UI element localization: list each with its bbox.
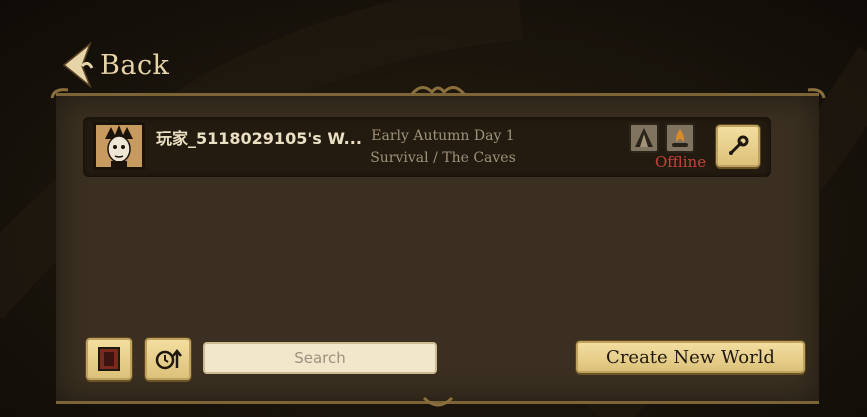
campfire-icon bbox=[672, 129, 688, 147]
bottom-ornament-icon bbox=[422, 396, 454, 407]
character-face-icon bbox=[105, 125, 133, 167]
tent-icon bbox=[635, 128, 653, 147]
world-name: 玩家_5118029105's W... bbox=[156, 129, 362, 148]
world-settings-button[interactable] bbox=[716, 125, 760, 167]
mods-button[interactable] bbox=[86, 338, 132, 380]
world-details: Early Autumn Day 1 Survival / The Caves bbox=[353, 125, 533, 169]
server-status: Offline bbox=[655, 153, 707, 171]
top-ornament-icon bbox=[410, 86, 466, 96]
wrench-icon bbox=[729, 135, 749, 155]
corner-ornament-icon bbox=[807, 88, 826, 99]
survival-mode-icon bbox=[629, 123, 659, 153]
world-game-mode: Survival / The Caves bbox=[370, 150, 516, 166]
character-portrait bbox=[93, 122, 145, 170]
back-label: Back bbox=[100, 49, 170, 81]
clock-arrow-icon bbox=[155, 348, 182, 370]
world-slot-row[interactable]: 玩家_5118029105's W... Early Autumn Day 1 … bbox=[83, 117, 771, 177]
search-input[interactable] bbox=[203, 342, 437, 374]
caves-mode-icon bbox=[665, 123, 695, 153]
create-new-world-label: Create New World bbox=[606, 346, 775, 368]
create-new-world-button[interactable]: Create New World bbox=[576, 341, 805, 373]
world-season-day: Early Autumn Day 1 bbox=[371, 128, 515, 144]
mod-book-icon bbox=[98, 347, 120, 371]
corner-ornament-icon bbox=[50, 88, 69, 99]
back-button[interactable]: Back bbox=[58, 40, 169, 90]
history-sort-button[interactable] bbox=[145, 338, 191, 380]
back-arrow-icon bbox=[62, 41, 94, 89]
